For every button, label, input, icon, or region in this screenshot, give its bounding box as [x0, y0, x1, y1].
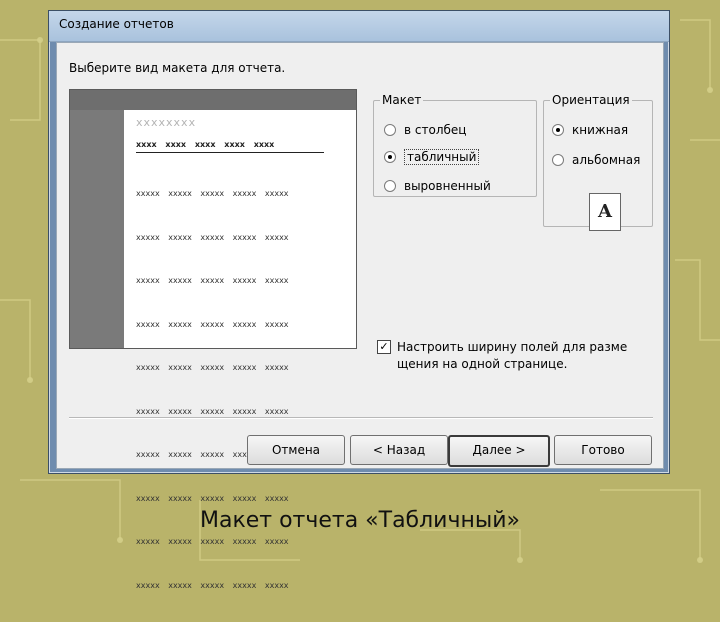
- preview-row: xxxxx xxxxx xxxxx xxxxx xxxxx: [136, 493, 289, 503]
- dialog-body: Выберите вид макета для отчета. xxxxxxxx…: [56, 42, 664, 590]
- fit-width-checkbox[interactable]: ✓ Настроить ширину полей для разме щения…: [377, 339, 627, 373]
- radio-landscape[interactable]: альбомная: [552, 153, 640, 167]
- checkmark-icon: ✓: [377, 340, 391, 354]
- orientation-group-legend: Ориентация: [552, 93, 630, 107]
- layout-group-legend: Макет: [382, 93, 422, 107]
- preview-row: xxxxx xxxxx xxxxx xxxxx xxxxx: [136, 276, 289, 285]
- radio-button-selected-icon: [552, 124, 564, 136]
- preview-title-placeholder: xxxxxxxx: [136, 116, 197, 129]
- radio-button-icon: [552, 154, 564, 166]
- radio-button-icon: [384, 124, 396, 136]
- title-bar[interactable]: Создание отчетов: [49, 11, 669, 42]
- orientation-group: Ориентация книжная альбомная A: [543, 93, 653, 231]
- preview-row: xxxxx xxxxx xxxxx xxxxx xxxxx: [136, 189, 289, 198]
- preview-row: xxxxx xxxxx xxxxx xxxxx xxxxx: [136, 580, 289, 590]
- finish-button[interactable]: Готово: [554, 435, 652, 465]
- radio-tabular[interactable]: табличный: [384, 149, 480, 165]
- back-button[interactable]: < Назад: [350, 435, 448, 465]
- radio-columnar[interactable]: в столбец: [384, 123, 466, 137]
- slide-caption: Макет отчета «Табличный»: [199, 508, 520, 533]
- window-title: Создание отчетов: [59, 17, 174, 31]
- cancel-button[interactable]: Отмена: [247, 435, 345, 465]
- checkbox-label: Настроить ширину полей для разме щения н…: [397, 339, 627, 373]
- separator: [69, 417, 653, 419]
- radio-label: выровненный: [404, 179, 491, 193]
- radio-label: в столбец: [404, 123, 467, 137]
- radio-label: книжная: [572, 123, 629, 137]
- preview-column-headers: xxxx xxxx xxxx xxxx xxxx: [136, 140, 275, 149]
- page-orientation-icon: A: [589, 193, 621, 231]
- prompt-text: Выберите вид макета для отчета.: [69, 61, 286, 75]
- checkbox-label-line1: Настроить ширину полей для разме: [397, 340, 628, 354]
- preview-page: xxxxxxxx xxxx xxxx xxxx xxxx xxxx xxxxx …: [124, 110, 356, 590]
- next-button[interactable]: Далее >: [448, 435, 550, 467]
- preview-row: xxxxx xxxxx xxxxx xxxxx xxxxx: [136, 537, 289, 546]
- layout-preview: xxxxxxxx xxxx xxxx xxxx xxxx xxxx xxxxx …: [69, 89, 357, 590]
- preview-rows: xxxxx xxxxx xxxxx xxxxx xxxxx xxxxx xxxx…: [136, 158, 289, 622]
- radio-button-icon: [384, 180, 396, 192]
- layout-group: Макет в столбец табличный выровненный: [373, 93, 537, 197]
- preview-top-bar: [70, 90, 356, 110]
- radio-label: табличный: [404, 149, 480, 165]
- radio-justified[interactable]: выровненный: [384, 179, 491, 193]
- preview-header-rule: [136, 152, 324, 153]
- preview-row: xxxxx xxxxx xxxxx xxxxx xxxxx: [136, 363, 289, 372]
- radio-portrait[interactable]: книжная: [552, 123, 628, 137]
- checkbox-label-line2: щения на одной странице.: [397, 357, 568, 371]
- preview-row: xxxxx xxxxx xxxxx xxxxx xxxxx: [136, 232, 289, 242]
- radio-button-selected-icon: [384, 151, 396, 163]
- preview-row: xxxxx xxxxx xxxxx xxxxx xxxxx: [136, 319, 289, 329]
- report-wizard-dialog: Создание отчетов Выберите вид макета для…: [48, 10, 670, 590]
- radio-label: альбомная: [572, 153, 641, 167]
